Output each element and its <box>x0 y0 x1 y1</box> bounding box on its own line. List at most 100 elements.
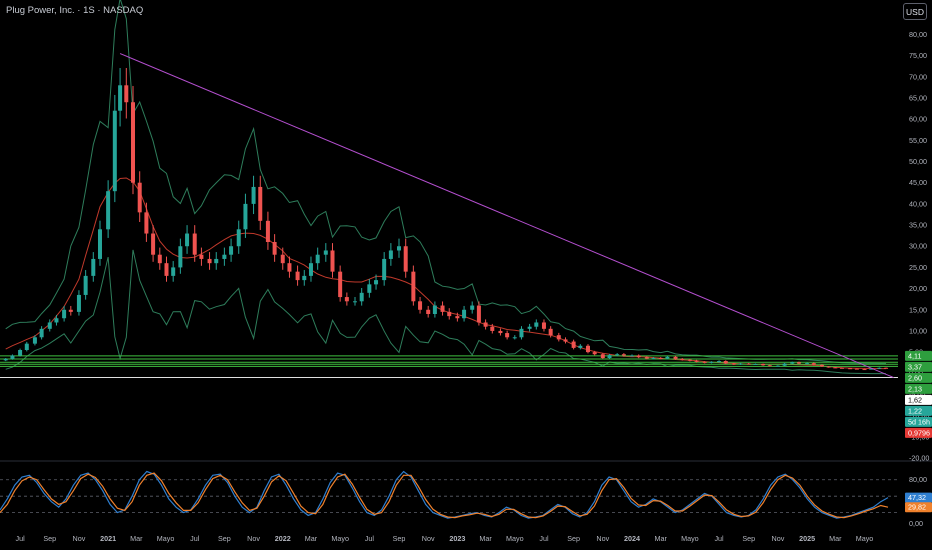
candle-body <box>97 229 102 259</box>
candle-body <box>455 316 460 319</box>
candle-body <box>144 212 149 234</box>
candle-body <box>673 356 678 359</box>
candle-body <box>185 233 190 247</box>
price-tick-label: 75,00 <box>909 51 927 60</box>
price-tick-label: 55,00 <box>909 136 927 145</box>
candle-body <box>338 271 343 298</box>
date-tick-label: Nov <box>422 534 435 543</box>
candle-body <box>272 242 277 255</box>
symbol-title: Plug Power, Inc. · 1S · NASDAQ <box>6 5 144 16</box>
date-tick-label: Mayo <box>506 534 524 543</box>
candle-body <box>527 326 532 329</box>
date-tick-label: Mar <box>305 534 318 543</box>
candle-body <box>447 311 452 317</box>
candle-body <box>432 305 437 314</box>
candle-body <box>280 254 285 264</box>
price-label-text: 4,11 <box>908 351 921 360</box>
candle-body <box>106 191 111 230</box>
candle-body <box>323 250 328 255</box>
price-tick-label: 20,00 <box>909 284 927 293</box>
candle-body <box>717 361 722 363</box>
date-tick-label: 2024 <box>624 534 640 543</box>
candle-body <box>746 363 751 365</box>
candle-body <box>192 233 197 255</box>
price-label-text: 3,37 <box>908 362 922 371</box>
candle-body <box>18 350 23 356</box>
candle-body <box>359 292 364 302</box>
candle-body <box>753 363 758 365</box>
candle-body <box>137 182 142 213</box>
candle-body <box>840 367 845 369</box>
date-tick-label: Sep <box>742 534 755 543</box>
candle-body <box>723 361 728 364</box>
candle-body <box>462 309 467 319</box>
candle-body <box>512 337 517 339</box>
candle-body <box>222 254 227 259</box>
candle-body <box>124 85 129 103</box>
candle-body <box>374 280 379 285</box>
candle-body <box>629 355 634 357</box>
candle-body <box>541 322 546 329</box>
candle-body <box>265 220 270 242</box>
candle-body <box>862 369 867 371</box>
candle-body <box>658 358 663 360</box>
candle-body <box>10 355 15 359</box>
candle-body <box>694 360 699 362</box>
candle-body <box>585 345 590 353</box>
candle-body <box>62 309 67 319</box>
candle-body <box>388 250 393 259</box>
candle-body <box>68 309 73 312</box>
candle-body <box>687 359 692 361</box>
candle-body <box>164 263 169 276</box>
price-tick-label: -20,00 <box>909 454 929 463</box>
candle-body <box>251 186 256 204</box>
price-label-text: 2,13 <box>908 384 922 393</box>
candle-body <box>556 335 561 340</box>
candle-body <box>833 367 838 369</box>
price-tick-label: 10,00 <box>909 326 927 335</box>
candle-body <box>775 365 780 367</box>
candle-body <box>440 305 445 312</box>
candle-body <box>308 263 313 276</box>
candle-body <box>767 365 772 367</box>
date-tick-label: 2023 <box>449 534 465 543</box>
candle-body <box>54 318 59 323</box>
candle-body <box>302 275 307 281</box>
candle-body <box>665 356 670 359</box>
stoch-value-text: 47,32 <box>908 493 926 502</box>
price-label-text: 2,60 <box>908 373 922 382</box>
price-tick-label: 80,00 <box>909 30 927 39</box>
candle-body <box>315 254 320 264</box>
candle-body <box>796 362 801 364</box>
chart-canvas[interactable]: 80,00 75,00 70,00 65,00 60,00 55,00 50,00 45,00… <box>0 0 932 550</box>
price-tick-label: 30,00 <box>909 242 927 251</box>
candle-body <box>76 294 81 312</box>
price-tick-label: 50,00 <box>909 157 927 166</box>
candle-body <box>171 267 176 276</box>
price-label-text: 1,62 <box>908 395 922 404</box>
candle-body <box>287 263 292 272</box>
candle-body <box>578 345 583 348</box>
date-tick-label: Mar <box>829 534 842 543</box>
candle-body <box>884 367 889 369</box>
candle-body <box>702 361 707 363</box>
candle-body <box>848 368 853 370</box>
candle-body <box>877 367 882 369</box>
candle-body <box>483 322 488 327</box>
currency-button[interactable]: USD <box>903 3 927 20</box>
candle-body <box>91 258 96 276</box>
candle-body <box>621 354 626 356</box>
price-tick-label: 35,00 <box>909 221 927 230</box>
stoch-k-line <box>0 470 889 519</box>
date-tick-label: Sep <box>43 534 56 543</box>
candle-body <box>367 284 372 293</box>
candle-body <box>644 357 649 359</box>
candle-body <box>32 337 37 344</box>
date-tick-label: Mayo <box>856 534 874 543</box>
date-tick-label: Jul <box>539 534 549 543</box>
date-tick-label: Mayo <box>157 534 175 543</box>
candle-body <box>24 343 29 350</box>
candle-body <box>563 339 568 342</box>
date-tick-label: 2021 <box>100 534 116 543</box>
candle-body <box>295 271 300 281</box>
